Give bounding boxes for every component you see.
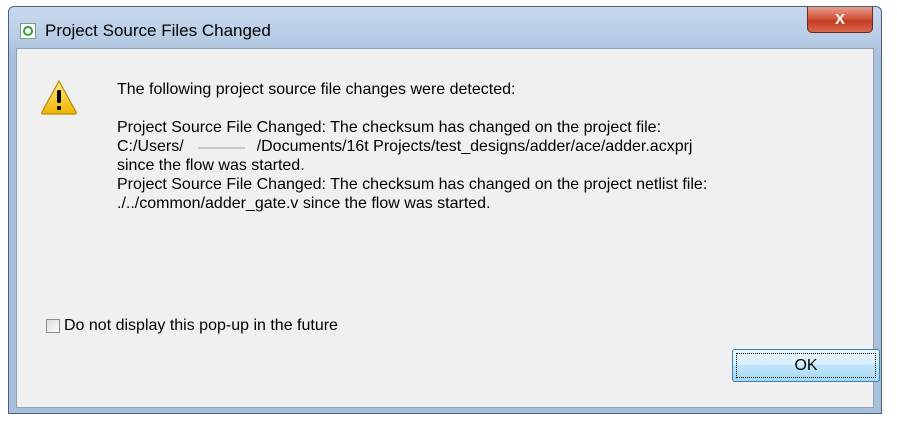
close-button[interactable]: X	[807, 7, 873, 33]
path-prefix: C:/Users/	[117, 138, 184, 155]
path-suffix: /Documents/16t Projects/test_designs/add…	[256, 138, 693, 155]
change-1-note: since the flow was started.	[117, 157, 305, 174]
title-bar[interactable]: Project Source Files Changed X	[9, 7, 881, 49]
do-not-display-checkbox[interactable]	[46, 319, 60, 333]
window-title: Project Source Files Changed	[45, 21, 271, 40]
dialog-window: Project Source Files Changed X The follo…	[8, 6, 882, 414]
do-not-display-option[interactable]: Do not display this pop-up in the future	[46, 317, 338, 335]
message-header: The following project source file change…	[117, 81, 516, 98]
ok-button[interactable]: OK	[732, 349, 880, 382]
warning-icon	[41, 79, 77, 115]
redacted-username	[183, 137, 257, 156]
app-icon	[20, 23, 36, 39]
change-2-description: Project Source File Changed: The checksu…	[117, 176, 708, 193]
dialog-body: The following project source file change…	[16, 48, 880, 408]
message-text: The following project source file change…	[117, 80, 857, 213]
change-1-path: C:/Users/ /Documents/16t Projects/test_de…	[117, 137, 857, 156]
close-icon: X	[834, 11, 845, 28]
checkbox-label[interactable]: Do not display this pop-up in the future	[64, 317, 338, 335]
focus-rectangle	[736, 353, 876, 378]
change-2-path: ./../common/adder_gate.v since the flow …	[117, 195, 491, 212]
change-1-description: Project Source File Changed: The checksu…	[117, 119, 662, 136]
